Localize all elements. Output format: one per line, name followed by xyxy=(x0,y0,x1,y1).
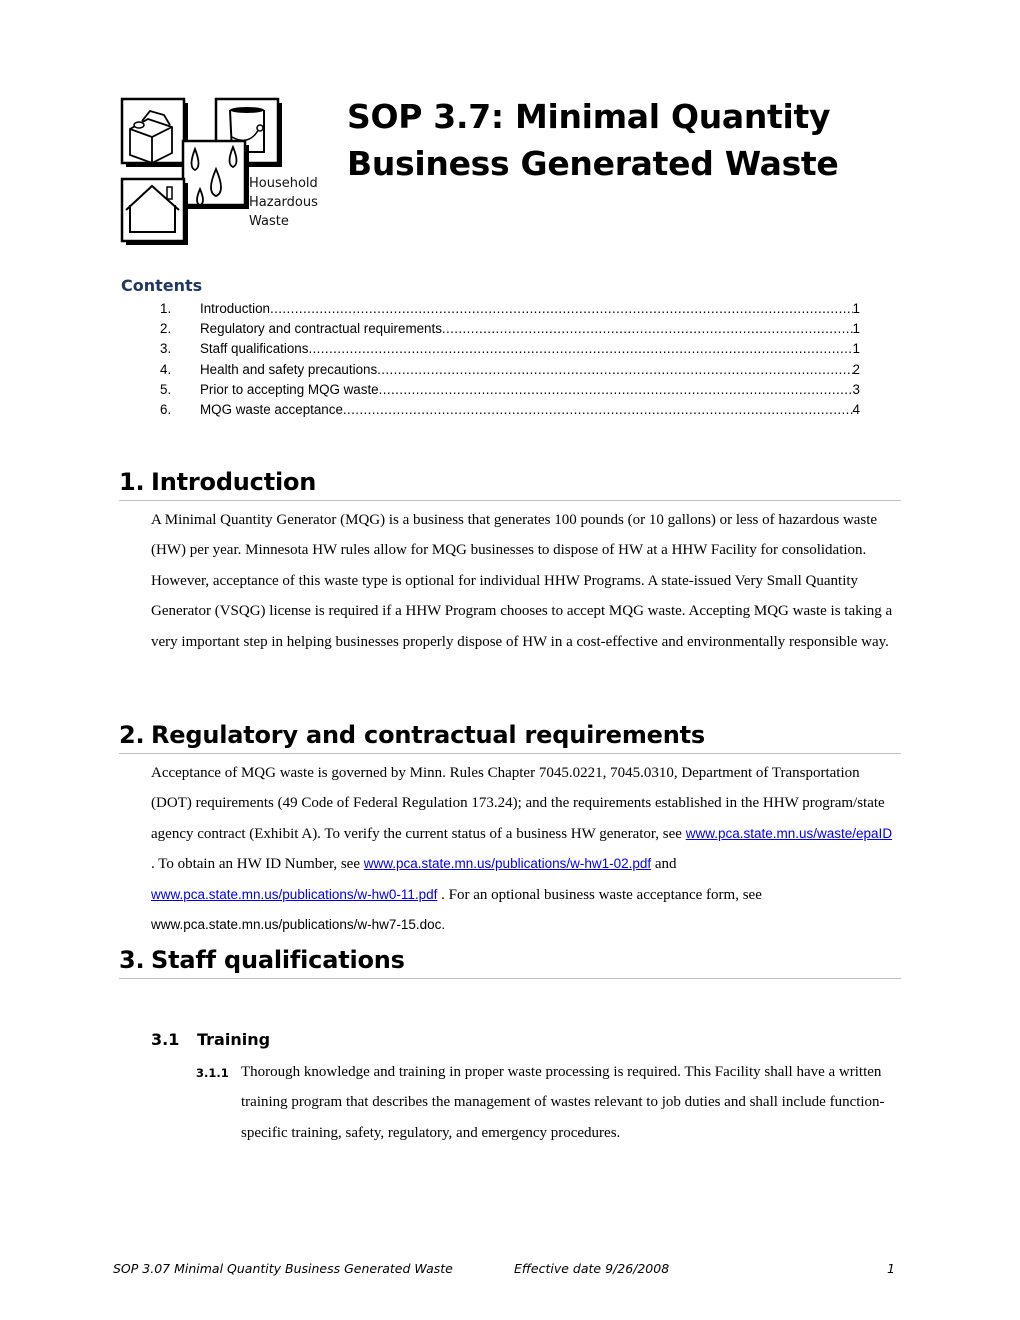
item-number: 3.1.1 xyxy=(196,1066,229,1080)
section-heading-regulatory: 2. Regulatory and contractual requirement… xyxy=(119,721,901,754)
toc-number: 6. xyxy=(160,401,172,417)
footer-document-title: SOP 3.07 Minimal Quantity Business Gener… xyxy=(113,1261,453,1276)
toc-entry[interactable]: 4. Health and safety precautions 2 xyxy=(160,360,860,380)
document-title-line: Business Generated Waste xyxy=(347,144,839,183)
drops-icon xyxy=(181,139,249,209)
toc-page[interactable]: 1 xyxy=(853,299,860,319)
toc-leader xyxy=(308,339,852,359)
toc-entry[interactable]: 6. MQG waste acceptance 4 xyxy=(160,400,860,420)
toc-page[interactable]: 4 xyxy=(853,400,860,420)
footer-effective-date: Effective date 9/26/2008 xyxy=(514,1261,670,1276)
contents-heading: Contents xyxy=(121,276,203,295)
logo-caption-line: Household xyxy=(249,176,318,191)
section-title: Regulatory and contractual requirements xyxy=(151,721,705,749)
table-of-contents: 1. Introduction 1 2. Regulatory and cont… xyxy=(160,299,860,420)
toc-label[interactable]: Health and safety precautions xyxy=(200,360,377,380)
toc-page[interactable]: 1 xyxy=(853,339,860,359)
subsection-heading-training: 3.1 Training xyxy=(151,1030,270,1049)
toc-page[interactable]: 2 xyxy=(853,360,860,380)
subsection-title: Training xyxy=(197,1030,271,1049)
acceptance-form-url: www.pca.state.mn.us/publications/w-hw7-1… xyxy=(151,917,442,933)
toc-entry[interactable]: 1. Introduction 1 xyxy=(160,299,860,319)
introduction-paragraph: A Minimal Quantity Generator (MQG) is a … xyxy=(151,512,893,650)
paragraph-text: and xyxy=(651,856,677,873)
epa-id-link[interactable]: www.pca.state.mn.us/waste/epaID xyxy=(686,826,892,841)
logo-caption-line: Waste xyxy=(249,214,289,229)
toc-number: 4. xyxy=(160,361,172,377)
toc-entry[interactable]: 3. Staff qualifications 1 xyxy=(160,339,860,359)
toc-label[interactable]: Regulatory and contractual requirements xyxy=(200,319,442,339)
toc-leader xyxy=(270,299,853,319)
logo-caption: Household Hazardous Waste xyxy=(249,174,318,231)
toc-page[interactable]: 3 xyxy=(853,380,860,400)
paragraph-text: . For an optional business waste accepta… xyxy=(437,886,762,903)
document-title-line: SOP 3.7: Minimal Quantity xyxy=(347,97,831,136)
jerrycan-icon xyxy=(120,97,188,167)
toc-number: 2. xyxy=(160,321,172,337)
section-title: Staff qualifications xyxy=(151,946,405,974)
toc-number: 1. xyxy=(160,301,172,316)
toc-number: 5. xyxy=(160,381,172,397)
training-paragraph: Thorough knowledge and training in prope… xyxy=(241,1064,885,1141)
section-heading-staff-qualifications: 3. Staff qualifications xyxy=(119,946,901,979)
section-heading-introduction: 1. Introduction xyxy=(119,468,901,501)
section-number: 2. xyxy=(119,721,145,749)
section-number: 1. xyxy=(119,468,145,496)
toc-label[interactable]: Introduction xyxy=(200,299,270,319)
subsection-number: 3.1 xyxy=(151,1030,180,1049)
document-title: SOP 3.7: Minimal Quantity Business Gener… xyxy=(347,93,839,187)
logo-caption-line: Hazardous xyxy=(249,195,318,210)
toc-label[interactable]: Prior to accepting MQG waste xyxy=(200,380,379,400)
regulatory-paragraph: Acceptance of MQG waste is governed by M… xyxy=(151,758,896,940)
paragraph-text: . xyxy=(441,917,446,933)
toc-label[interactable]: Staff qualifications xyxy=(200,339,308,359)
toc-leader xyxy=(442,319,853,339)
footer-page-number: 1 xyxy=(887,1261,895,1276)
toc-leader xyxy=(343,400,853,420)
toc-entry[interactable]: 5. Prior to accepting MQG waste 3 xyxy=(160,380,860,400)
section-number: 3. xyxy=(119,946,145,974)
house-icon xyxy=(120,177,188,245)
paragraph-text: . To obtain an HW ID Number, see xyxy=(151,856,364,873)
toc-entry[interactable]: 2. Regulatory and contractual requiremen… xyxy=(160,319,860,339)
hw0-11-pdf-link[interactable]: www.pca.state.mn.us/publications/w-hw0-1… xyxy=(151,887,437,902)
toc-leader xyxy=(377,360,852,380)
toc-page[interactable]: 1 xyxy=(853,319,860,339)
section-title: Introduction xyxy=(151,468,317,496)
toc-leader xyxy=(379,380,853,400)
hw1-02-pdf-link[interactable]: www.pca.state.mn.us/publications/w-hw1-0… xyxy=(364,856,651,871)
toc-label[interactable]: MQG waste acceptance xyxy=(200,400,343,420)
toc-number: 3. xyxy=(160,341,172,357)
